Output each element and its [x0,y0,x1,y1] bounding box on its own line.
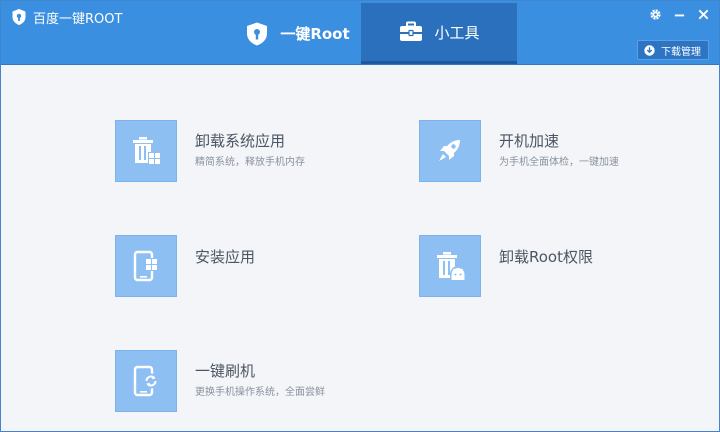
app-window: 百度一键ROOT 一键Root 小工具 下载管理 卸载系统应用 精简系统，释放手… [0,0,720,432]
shield-logo-icon [12,9,26,25]
tools-panel: 卸载系统应用 精简系统，释放手机内存 开机加速 为手机全面体检，一键加速 安装应… [1,66,719,432]
window-controls [645,5,713,23]
tab-tools-label: 小工具 [434,23,480,42]
rocket-icon [439,140,460,161]
tab-tools[interactable]: 小工具 [361,3,517,64]
tool-texts: 卸载Root权限 [499,235,593,266]
tool-one-key-flash[interactable]: 一键刷机 更换手机操作系统，全面尝鲜 [115,350,325,412]
minimize-button[interactable] [669,5,689,23]
tab-one-key-root-label: 一键Root [280,25,350,43]
download-manager-label: 下载管理 [661,46,701,58]
phone-apps-icon [133,250,158,282]
shield-icon [247,22,268,45]
tool-tile [419,235,481,297]
toolbox-icon [400,21,423,41]
settings-button[interactable] [645,5,665,23]
tool-texts: 卸载系统应用 精简系统，释放手机内存 [195,120,305,170]
tool-tile [115,350,177,412]
download-manager-button[interactable]: 下载管理 [637,40,709,60]
close-icon [698,9,708,19]
download-icon [644,44,655,56]
close-button[interactable] [693,5,713,23]
tool-uninstall-system-apps[interactable]: 卸载系统应用 精简系统，释放手机内存 [115,120,305,182]
tool-desc: 精简系统，释放手机内存 [195,157,305,168]
tool-title: 一键刷机 [195,362,256,380]
tool-uninstall-root[interactable]: 卸载Root权限 [419,235,593,297]
tool-install-apps[interactable]: 安装应用 [115,235,255,297]
tool-tile [115,120,177,182]
gear-icon [649,8,661,20]
minimize-icon [674,14,684,16]
phone-flash-icon [133,365,159,397]
trash-apps-icon [133,137,161,165]
header-bar: 百度一键ROOT 一键Root 小工具 下载管理 [1,1,719,65]
tool-texts: 安装应用 [195,235,255,266]
tool-title: 开机加速 [499,132,560,150]
tool-texts: 开机加速 为手机全面体检，一键加速 [499,120,619,170]
tool-boot-speedup[interactable]: 开机加速 为手机全面体检，一键加速 [419,120,619,182]
tool-texts: 一键刷机 更换手机操作系统，全面尝鲜 [195,350,325,400]
tool-desc: 更换手机操作系统，全面尝鲜 [195,387,325,398]
app-title-text: 百度一键ROOT [33,11,123,27]
tool-tile [419,120,481,182]
tool-title: 卸载Root权限 [499,248,593,266]
tool-title: 卸载系统应用 [195,132,286,150]
tool-tile [115,235,177,297]
tab-one-key-root[interactable]: 一键Root [233,3,361,64]
tool-desc: 为手机全面体检，一键加速 [499,157,619,168]
app-title: 百度一键ROOT [11,7,122,27]
tool-title: 安装应用 [195,248,256,266]
trash-android-icon [437,252,466,281]
